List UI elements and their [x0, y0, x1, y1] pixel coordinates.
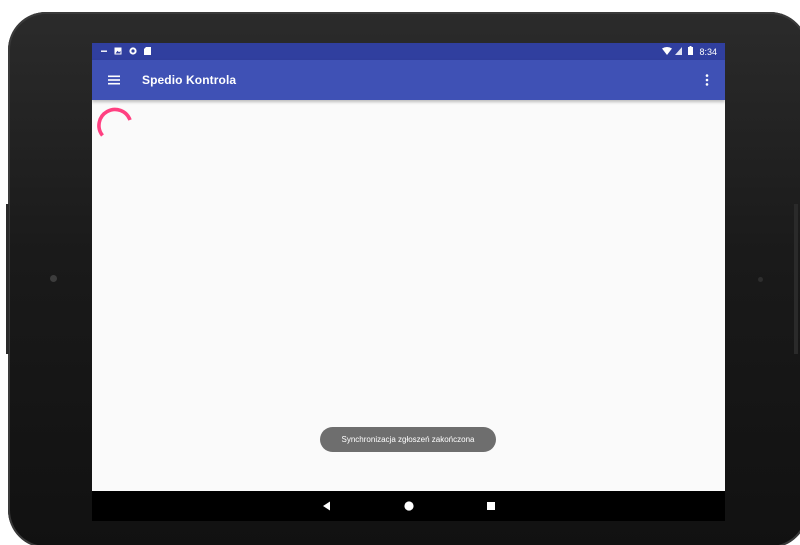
power-button: [794, 204, 798, 354]
battery-icon: [688, 46, 694, 57]
status-notification-icons: [92, 46, 151, 57]
home-icon[interactable]: [396, 493, 422, 519]
status-system-icons: 8:34: [662, 46, 725, 57]
status-time: 8:34: [699, 46, 717, 57]
volume-button: [6, 204, 9, 354]
progress-spinner-icon: [94, 102, 134, 142]
minus-icon: [101, 47, 107, 56]
app-title: Spedio Kontrola: [142, 73, 237, 87]
image-icon: [114, 47, 122, 57]
stage: 8:34 Spedio Kontrola Synchronizacja zgło…: [0, 0, 800, 545]
status-bar: 8:34: [92, 43, 725, 60]
navigation-bar: [92, 491, 725, 521]
signal-icon: [675, 46, 683, 57]
back-icon[interactable]: [314, 493, 340, 519]
wifi-icon: [662, 46, 673, 57]
hamburger-menu-icon[interactable]: [105, 71, 123, 89]
app-toolbar: Spedio Kontrola: [92, 60, 725, 100]
device-screen: 8:34 Spedio Kontrola Synchronizacja zgło…: [92, 43, 725, 521]
sd-card-icon: [144, 46, 151, 57]
more-vertical-icon[interactable]: [701, 71, 713, 89]
recents-icon[interactable]: [478, 493, 504, 519]
circle-dot-icon: [129, 46, 137, 57]
toast-message: Synchronizacja zgłoszeń zakończona: [320, 427, 496, 452]
front-camera: [50, 275, 57, 282]
ambient-sensor: [758, 277, 763, 282]
